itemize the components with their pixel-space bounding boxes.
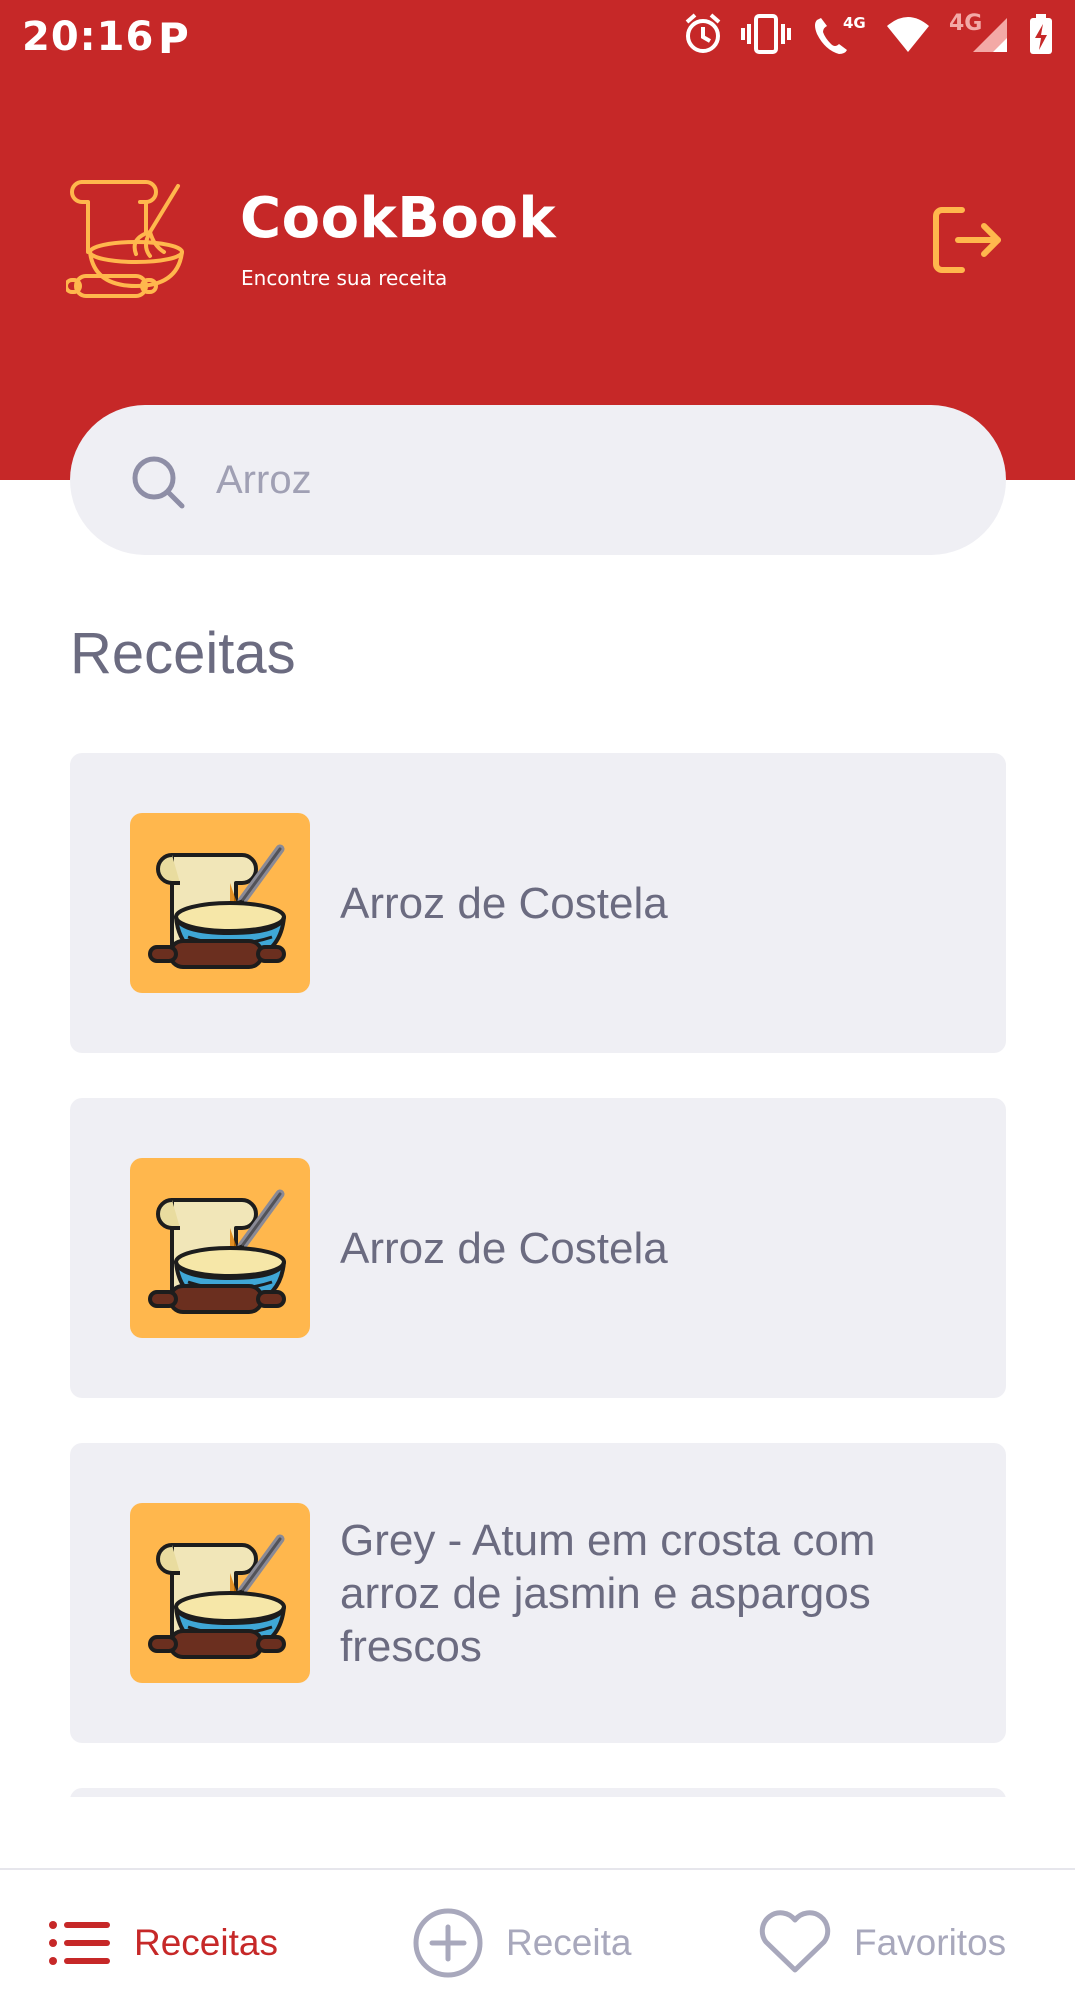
logout-button[interactable] <box>928 200 1008 280</box>
wifi-call-icon: 4G <box>815 14 866 54</box>
nav-item-receita[interactable]: Receita <box>412 1870 631 2014</box>
nav-item-receitas[interactable]: Receitas <box>48 1870 278 2014</box>
recipe-card[interactable]: Grey - Atum em crosta com arroz de jasmi… <box>70 1443 1006 1743</box>
section-title: Receitas <box>70 621 296 686</box>
add-circle-icon <box>413 1908 483 1978</box>
list-icon <box>49 1921 110 1965</box>
cookbook-logo-icon <box>66 180 184 298</box>
recipe-illustration-icon <box>130 813 310 993</box>
recipe-card-partial[interactable] <box>70 1788 1006 1797</box>
network-label-2: 4G <box>949 12 982 36</box>
bottom-navigation: Receitas Receita Favoritos <box>0 1868 1075 2014</box>
battery-charging-icon <box>1030 14 1052 54</box>
nav-label-favoritos: Favoritos <box>854 1922 1007 1963</box>
heart-icon <box>759 1910 831 1973</box>
recipe-thumbnail <box>130 813 310 993</box>
wifi-icon <box>887 17 929 52</box>
recipe-name: Arroz de Costela <box>340 878 668 928</box>
search-icon <box>132 456 185 509</box>
nav-label-receitas: Receitas <box>134 1922 278 1963</box>
status-icons: 4G 4G <box>683 12 1055 56</box>
recipe-thumbnail <box>130 1158 310 1338</box>
recipe-name: Arroz de Costela <box>340 1223 668 1273</box>
network-label-1: 4G <box>843 14 866 32</box>
status-time: 20:16 <box>22 14 155 60</box>
logout-icon <box>933 207 1001 273</box>
cell-signal-icon: 4G <box>949 12 1007 52</box>
vibrate-icon <box>741 14 791 54</box>
recipe-illustration-icon <box>130 1158 310 1338</box>
recipe-thumbnail <box>130 1503 310 1683</box>
status-bar: 20:16 P 4G 4G <box>0 0 1075 72</box>
recipe-card[interactable]: Arroz de Costela <box>70 1098 1006 1398</box>
recipe-card[interactable]: Arroz de Costela <box>70 753 1006 1053</box>
app-title: CookBook <box>240 186 557 251</box>
nav-label-receita: Receita <box>506 1922 632 1963</box>
search-input[interactable] <box>216 440 956 520</box>
alarm-icon <box>685 13 721 53</box>
notification-p-icon: P <box>158 14 189 63</box>
recipe-list[interactable]: Arroz de Costela Arroz de Costela Grey -… <box>70 753 1006 1797</box>
app-subtitle: Encontre sua receita <box>241 266 448 290</box>
recipe-name: Grey - Atum em crosta com arroz de jasmi… <box>340 1515 876 1671</box>
nav-item-favoritos[interactable]: Favoritos <box>758 1870 1006 2014</box>
recipe-illustration-icon <box>130 1503 310 1683</box>
